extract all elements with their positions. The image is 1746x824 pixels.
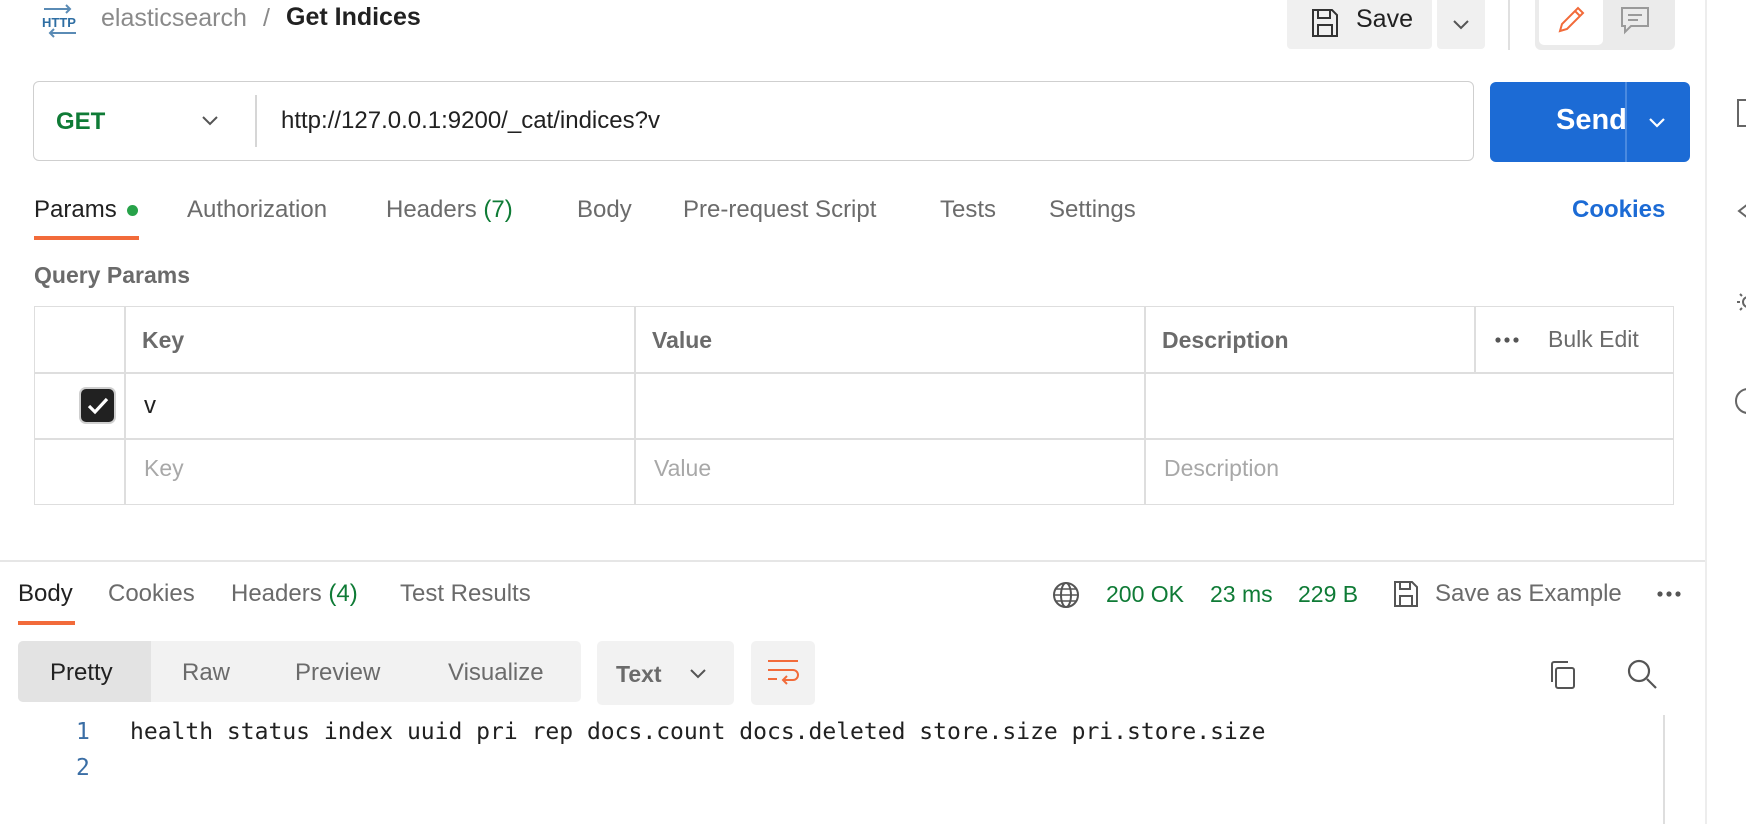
tab-params[interactable]: Params	[34, 196, 117, 224]
format-visualize[interactable]: Visualize	[448, 659, 544, 687]
tab-authorization[interactable]: Authorization	[187, 196, 327, 224]
save-icon	[1310, 7, 1340, 44]
tab-headers-label: Headers	[386, 196, 477, 223]
breadcrumb-collection[interactable]: elasticsearch	[101, 4, 247, 33]
right-sidebar-divider	[1705, 0, 1707, 824]
tab-pre-request-script[interactable]: Pre-request Script	[683, 196, 876, 224]
edit-mode-button[interactable]	[1539, 0, 1603, 45]
table-col-divider	[1474, 306, 1476, 372]
response-status[interactable]: 200 OK	[1106, 581, 1184, 608]
request-name[interactable]: Get Indices	[286, 3, 421, 32]
chevron-down-icon	[688, 664, 708, 684]
copy-icon[interactable]	[1546, 659, 1578, 691]
tab-tests[interactable]: Tests	[940, 196, 996, 224]
chevron-down-icon	[1451, 14, 1471, 39]
send-button[interactable]: Send	[1490, 82, 1690, 162]
save-button[interactable]: Save	[1287, 0, 1432, 49]
response-size[interactable]: 229 B	[1298, 581, 1358, 608]
params-indicator-dot	[127, 205, 138, 216]
code-line: health status index uuid pri rep docs.co…	[130, 719, 1266, 745]
method-select[interactable]: GET	[56, 108, 105, 136]
pencil-icon	[1555, 4, 1587, 41]
save-icon	[1392, 579, 1420, 609]
bulk-edit-button[interactable]: Bulk Edit	[1548, 326, 1639, 353]
comment-icon[interactable]	[1619, 4, 1651, 41]
param-key-cell[interactable]: v	[144, 392, 156, 420]
active-tab-underline	[18, 621, 75, 625]
chevron-down-icon[interactable]	[200, 111, 220, 131]
active-tab-underline	[34, 236, 139, 240]
response-tab-headers-label: Headers	[231, 580, 322, 607]
line-number: 1	[76, 719, 90, 745]
save-dropdown-button[interactable]	[1437, 0, 1485, 49]
tab-headers-count: (7)	[483, 196, 513, 223]
response-pane-divider[interactable]	[0, 560, 1705, 562]
column-header-key: Key	[142, 327, 185, 353]
format-preview[interactable]: Preview	[295, 659, 380, 687]
save-as-example-button[interactable]: Save as Example	[1435, 580, 1622, 608]
new-param-value-input[interactable]: Value	[654, 455, 711, 482]
format-pretty[interactable]: Pretty	[50, 659, 113, 687]
text-type-label: Text	[616, 661, 662, 687]
chevron-down-icon[interactable]	[1646, 112, 1668, 134]
response-tab-body[interactable]: Body	[18, 580, 73, 608]
query-params-title: Query Params	[34, 262, 190, 288]
url-bar	[33, 81, 1474, 161]
column-header-value: Value	[652, 327, 713, 353]
code-viewer-scroll-edge	[1663, 715, 1665, 824]
tab-body[interactable]: Body	[577, 196, 632, 224]
wrap-lines-icon	[766, 658, 800, 693]
send-label: Send	[1556, 104, 1627, 136]
header-divider	[1508, 0, 1510, 50]
url-divider	[255, 95, 257, 147]
response-tab-headers-count: (4)	[328, 580, 358, 607]
send-split-divider	[1625, 82, 1627, 162]
sun-icon[interactable]	[1734, 287, 1746, 317]
wrap-lines-button[interactable]	[751, 641, 815, 705]
param-enabled-checkbox[interactable]	[81, 389, 114, 422]
response-tab-headers[interactable]: Headers (4)	[231, 580, 358, 608]
line-number: 2	[76, 755, 90, 781]
new-param-description-input[interactable]: Description	[1164, 455, 1279, 482]
tab-settings[interactable]: Settings	[1049, 196, 1136, 224]
table-col-divider	[124, 306, 126, 505]
breadcrumb-separator: /	[263, 4, 270, 32]
save-label: Save	[1356, 5, 1413, 33]
search-icon[interactable]	[1625, 657, 1659, 691]
http-badge-text: HTTP	[42, 15, 76, 30]
response-tab-test-results[interactable]: Test Results	[400, 580, 531, 608]
documentation-icon[interactable]	[1734, 98, 1746, 128]
code-icon[interactable]	[1734, 196, 1746, 226]
more-options-icon[interactable]	[1655, 580, 1685, 608]
info-icon[interactable]	[1734, 386, 1746, 416]
more-options-icon[interactable]	[1493, 327, 1523, 353]
response-time[interactable]: 23 ms	[1210, 581, 1273, 608]
globe-icon[interactable]	[1051, 580, 1081, 610]
new-param-key-input[interactable]: Key	[144, 455, 184, 482]
response-tab-cookies[interactable]: Cookies	[108, 580, 195, 608]
tab-headers[interactable]: Headers (7)	[386, 196, 513, 224]
column-header-description: Description	[1162, 327, 1289, 353]
param-description-cell[interactable]	[1146, 374, 1672, 436]
table-row-divider	[34, 438, 1674, 440]
url-input[interactable]: http://127.0.0.1:9200/_cat/indices?v	[281, 107, 660, 135]
cookies-link[interactable]: Cookies	[1572, 196, 1665, 224]
format-raw[interactable]: Raw	[182, 659, 230, 687]
param-value-cell[interactable]	[636, 374, 1142, 436]
http-request-icon: HTTP	[40, 4, 80, 38]
checkmark-icon	[86, 395, 110, 422]
